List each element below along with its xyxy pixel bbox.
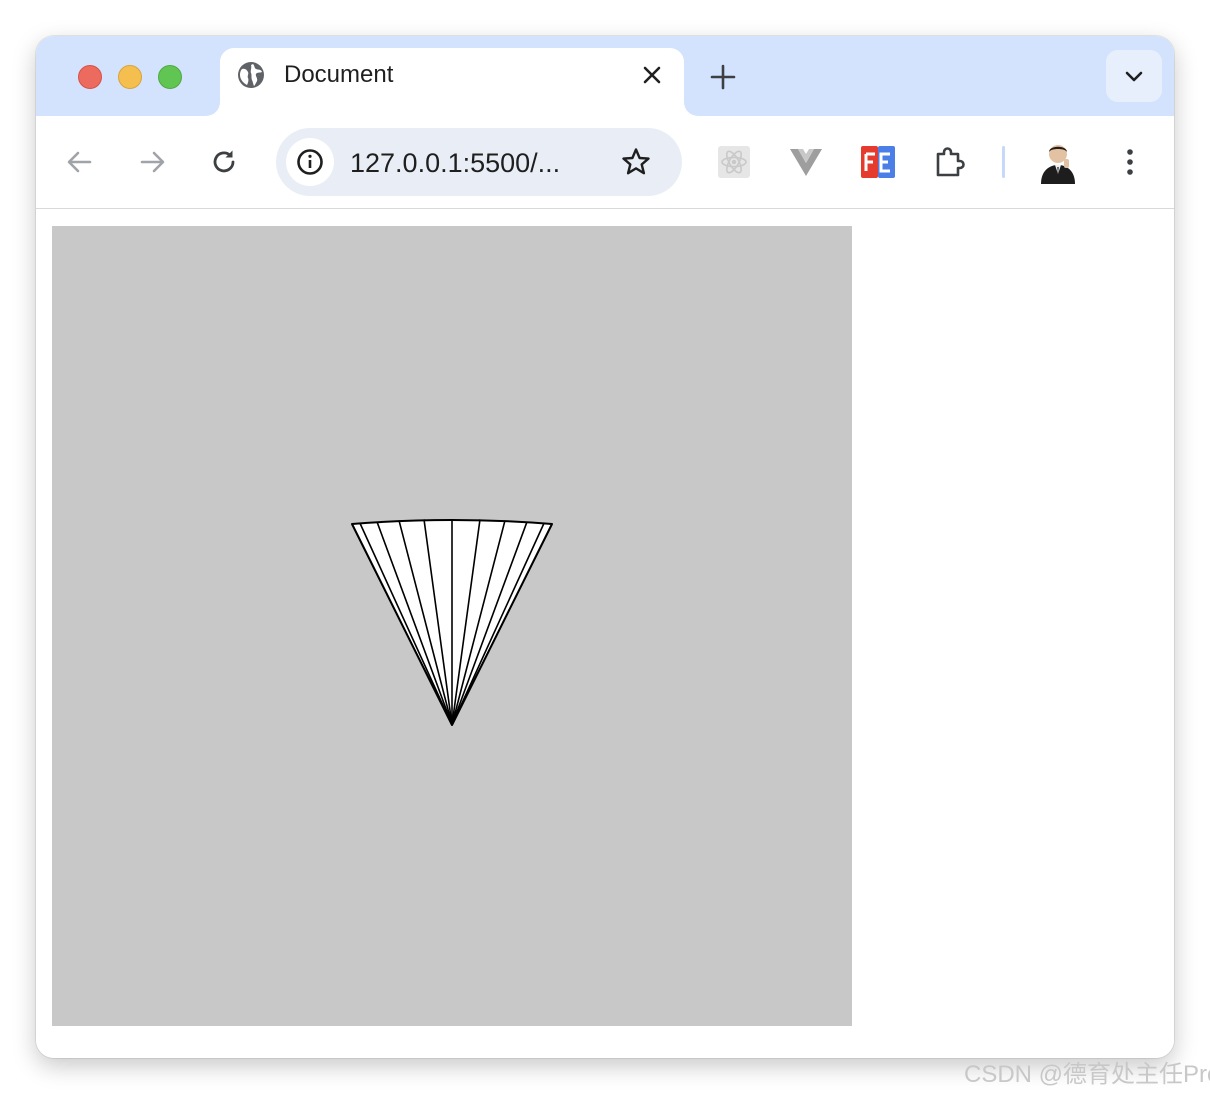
react-devtools-icon[interactable] — [716, 144, 752, 180]
star-icon[interactable] — [620, 146, 652, 178]
page-viewport — [36, 209, 1174, 1058]
info-icon — [297, 149, 323, 175]
close-window-button[interactable] — [78, 65, 102, 89]
cone-wireframe — [351, 519, 553, 726]
webgl-canvas[interactable] — [52, 226, 852, 1026]
vue-devtools-icon[interactable] — [788, 144, 824, 180]
toolbar-divider — [1002, 146, 1005, 178]
chevron-down-icon — [1125, 71, 1143, 82]
plus-icon[interactable] — [708, 62, 738, 92]
close-icon[interactable] — [640, 63, 664, 87]
tab-title: Document — [284, 61, 394, 88]
avatar[interactable] — [1038, 140, 1078, 184]
arrow-left-icon[interactable] — [64, 146, 96, 178]
fe-helper-icon[interactable] — [860, 144, 896, 180]
browser-window: Document 127.0.0.1:5500/... — [36, 36, 1174, 1058]
reload-icon[interactable] — [208, 146, 240, 178]
address-bar[interactable]: 127.0.0.1:5500/... — [276, 128, 682, 196]
extensions-puzzle-icon[interactable] — [932, 144, 968, 180]
tab-strip: Document — [36, 36, 1174, 116]
toolbar: 127.0.0.1:5500/... — [36, 116, 1174, 209]
globe-icon — [238, 62, 264, 88]
more-vert-icon[interactable] — [1114, 146, 1146, 178]
minimize-window-button[interactable] — [118, 65, 142, 89]
tab-document[interactable]: Document — [220, 48, 684, 116]
tab-search-button[interactable] — [1106, 50, 1162, 102]
watermark: CSDN @德育处主任Pro — [964, 1061, 1210, 1088]
maximize-window-button[interactable] — [158, 65, 182, 89]
url-text[interactable]: 127.0.0.1:5500/... — [350, 147, 560, 179]
site-info-button[interactable] — [286, 138, 334, 186]
arrow-right-icon[interactable] — [136, 146, 168, 178]
